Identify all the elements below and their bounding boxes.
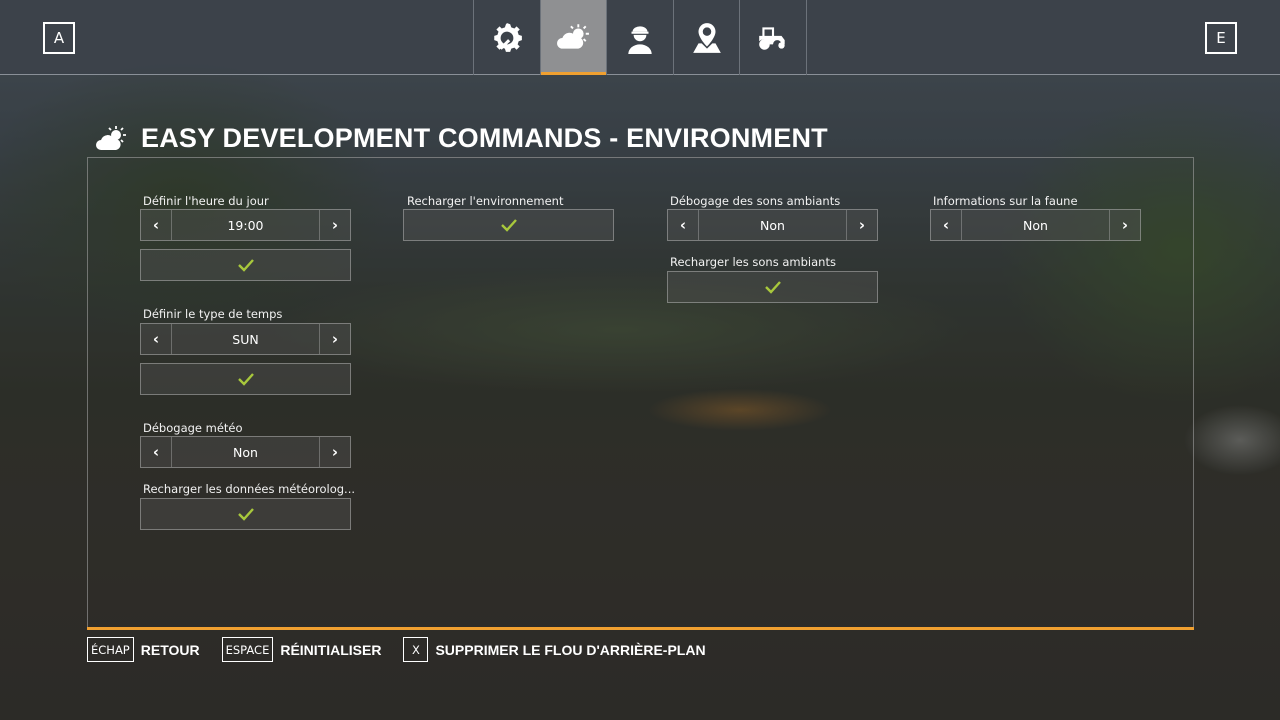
checkmark-icon: [500, 219, 517, 232]
page-title: EASY DEVELOPMENT COMMANDS - ENVIRONMENT: [141, 123, 828, 153]
chevron-left-icon[interactable]: ‹: [141, 324, 172, 354]
weather-debug-label: Débogage météo: [143, 421, 243, 435]
tab-general[interactable]: [474, 0, 541, 75]
reload-ambient-sounds-button[interactable]: [667, 271, 878, 303]
reset-label: RÉINITIALISER: [280, 641, 382, 658]
prev-tab-key[interactable]: A: [43, 22, 75, 54]
reload-weather-button[interactable]: [140, 498, 351, 530]
chevron-right-icon[interactable]: ›: [846, 210, 877, 240]
time-of-day-value: 19:00: [227, 217, 264, 233]
next-tab-key[interactable]: E: [1205, 22, 1237, 54]
remove-blur-label: SUPPRIMER LE FLOU D'ARRIÈRE-PLAN: [435, 641, 706, 658]
tab-environment[interactable]: [540, 0, 608, 75]
x-key: X: [403, 637, 429, 662]
wildlife-info-selector[interactable]: ‹ Non ›: [930, 209, 1141, 241]
chevron-right-icon[interactable]: ›: [319, 210, 350, 240]
tab-map[interactable]: [674, 0, 741, 75]
ambient-sound-debug-label: Débogage des sons ambiants: [670, 194, 841, 208]
chevron-left-icon[interactable]: ‹: [141, 437, 172, 467]
weather-type-label: Définir le type de temps: [143, 307, 283, 321]
footer-actions: ÉCHAP RETOUR ESPACE RÉINITIALISER X SUPP…: [87, 637, 706, 662]
time-of-day-label: Définir l'heure du jour: [143, 194, 269, 208]
apply-weather-button[interactable]: [140, 363, 351, 395]
back-label: RETOUR: [140, 641, 200, 658]
back-action[interactable]: ÉCHAP RETOUR: [87, 637, 200, 662]
chevron-left-icon[interactable]: ‹: [141, 210, 172, 240]
space-key: ESPACE: [221, 637, 274, 662]
chevron-right-icon[interactable]: ›: [319, 324, 350, 354]
chevron-right-icon[interactable]: ›: [319, 437, 350, 467]
checkmark-icon: [237, 373, 254, 386]
weather-type-selector[interactable]: ‹ SUN ›: [140, 323, 351, 355]
reload-environment-label: Recharger l'environnement: [407, 194, 564, 208]
reload-weather-label: Recharger les données météorolog...: [143, 482, 356, 496]
ambient-sound-debug-selector[interactable]: ‹ Non ›: [667, 209, 878, 241]
ambient-sound-debug-value: Non: [760, 217, 785, 233]
tab-vehicles[interactable]: [740, 0, 807, 75]
chevron-left-icon[interactable]: ‹: [668, 210, 699, 240]
weather-icon: [96, 125, 126, 150]
tab-bar: [473, 0, 807, 75]
checkmark-icon: [764, 281, 781, 294]
wildlife-info-value: Non: [1023, 217, 1048, 233]
chevron-right-icon[interactable]: ›: [1109, 210, 1140, 240]
reload-environment-button[interactable]: [403, 209, 614, 241]
weather-type-value: SUN: [232, 331, 259, 347]
page-header: EASY DEVELOPMENT COMMANDS - ENVIRONMENT: [95, 123, 828, 154]
apply-time-button[interactable]: [140, 249, 351, 281]
reload-ambient-sounds-label: Recharger les sons ambiants: [670, 255, 836, 269]
farmer-icon: [628, 25, 652, 54]
checkmark-icon: [237, 259, 254, 272]
chevron-left-icon[interactable]: ‹: [931, 210, 962, 240]
tab-player[interactable]: [607, 0, 674, 75]
remove-blur-action[interactable]: X SUPPRIMER LE FLOU D'ARRIÈRE-PLAN: [403, 637, 706, 662]
wrench-gear-icon: [494, 22, 522, 52]
footer-divider: [87, 627, 1194, 630]
reset-action[interactable]: ESPACE RÉINITIALISER: [221, 637, 382, 662]
map-pin-icon: [692, 22, 721, 53]
weather-debug-selector[interactable]: ‹ Non ›: [140, 436, 351, 468]
weather-debug-value: Non: [233, 444, 258, 460]
checkmark-icon: [237, 508, 254, 521]
escape-key: ÉCHAP: [87, 637, 134, 662]
weather-icon: [557, 23, 590, 49]
time-of-day-selector[interactable]: ‹ 19:00 ›: [140, 209, 351, 241]
wildlife-info-label: Informations sur la faune: [933, 194, 1078, 208]
top-navigation-bar: A E: [0, 0, 1280, 75]
tractor-icon: [759, 26, 785, 50]
